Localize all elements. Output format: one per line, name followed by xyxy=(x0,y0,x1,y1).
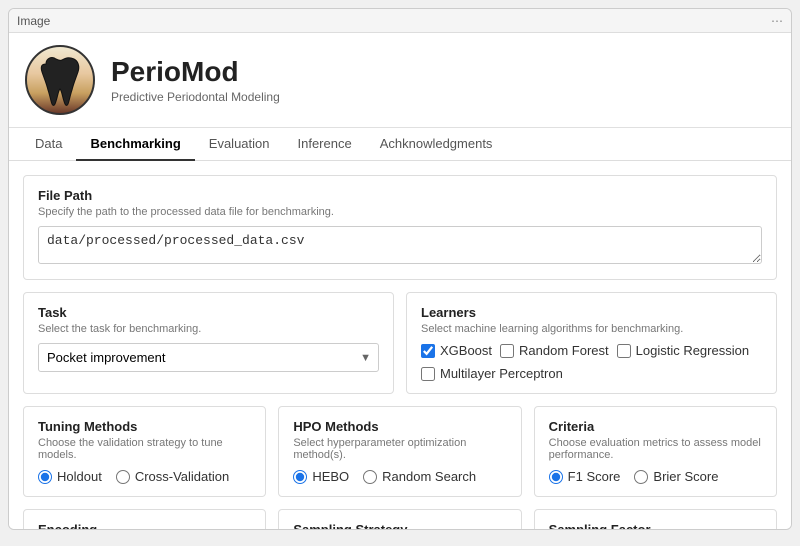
encoding-section: Encoding Select encoding type(s) for cat… xyxy=(23,509,266,529)
learner-multilayer-perceptron-checkbox[interactable] xyxy=(421,367,435,381)
criteria-brier-label: Brier Score xyxy=(653,469,718,484)
hpo-desc: Select hyperparameter optimization metho… xyxy=(293,437,506,461)
encoding-title: Encoding xyxy=(38,522,251,529)
tuning-cv-label: Cross-Validation xyxy=(135,469,229,484)
window-title: Image xyxy=(17,14,50,28)
tuning-radio-group: Holdout Cross-Validation xyxy=(38,469,251,484)
learner-xgboost-checkbox[interactable] xyxy=(421,344,435,358)
sampling-strategy-title: Sampling Strategy xyxy=(293,522,506,529)
learner-logistic-regression-label: Logistic Regression xyxy=(636,343,749,358)
hpo-radio-group: HEBO Random Search xyxy=(293,469,506,484)
learners-section: Learners Select machine learning algorit… xyxy=(406,292,777,394)
hpo-section: HPO Methods Select hyperparameter optimi… xyxy=(278,406,521,497)
tuning-section: Tuning Methods Choose the validation str… xyxy=(23,406,266,497)
learner-random-forest-label: Random Forest xyxy=(519,343,609,358)
hpo-hebo-label: HEBO xyxy=(312,469,349,484)
tab-data[interactable]: Data xyxy=(21,128,76,161)
hpo-hebo[interactable]: HEBO xyxy=(293,469,349,484)
criteria-f1-radio[interactable] xyxy=(549,470,563,484)
tab-inference[interactable]: Inference xyxy=(284,128,366,161)
task-learners-row: Task Select the task for benchmarking. P… xyxy=(23,292,777,394)
encoding-sampling-row: Encoding Select encoding type(s) for cat… xyxy=(23,509,777,529)
sampling-factor-section: Sampling Factor Specify a factor for res… xyxy=(534,509,777,529)
learner-xgboost-label: XGBoost xyxy=(440,343,492,358)
tab-acknowledgments[interactable]: Achknowledgments xyxy=(366,128,507,161)
sampling-factor-title: Sampling Factor xyxy=(549,522,762,529)
learner-multilayer-perceptron[interactable]: Multilayer Perceptron xyxy=(421,366,563,381)
criteria-radio-group: F1 Score Brier Score xyxy=(549,469,762,484)
main-content: File Path Specify the path to the proces… xyxy=(9,161,791,529)
app-logo xyxy=(25,45,95,115)
tuning-holdout-label: Holdout xyxy=(57,469,102,484)
learner-multilayer-perceptron-label: Multilayer Perceptron xyxy=(440,366,563,381)
learners-title: Learners xyxy=(421,305,762,320)
tuning-hpo-criteria-row: Tuning Methods Choose the validation str… xyxy=(23,406,777,497)
tuning-holdout-radio[interactable] xyxy=(38,470,52,484)
hpo-hebo-radio[interactable] xyxy=(293,470,307,484)
main-window: Image ⋯ PerioMod Predictive Periodontal … xyxy=(8,8,792,530)
criteria-f1-label: F1 Score xyxy=(568,469,621,484)
criteria-f1[interactable]: F1 Score xyxy=(549,469,621,484)
learner-logistic-regression[interactable]: Logistic Regression xyxy=(617,343,749,358)
tab-benchmarking[interactable]: Benchmarking xyxy=(76,128,194,161)
task-desc: Select the task for benchmarking. xyxy=(38,323,379,335)
hpo-title: HPO Methods xyxy=(293,419,506,434)
criteria-desc: Choose evaluation metrics to assess mode… xyxy=(549,437,762,461)
criteria-title: Criteria xyxy=(549,419,762,434)
window-controls[interactable]: ⋯ xyxy=(771,14,783,28)
sampling-strategy-section: Sampling Strategy Choose a sampling stra… xyxy=(278,509,521,529)
tab-evaluation[interactable]: Evaluation xyxy=(195,128,284,161)
tuning-desc: Choose the validation strategy to tune m… xyxy=(38,437,251,461)
hpo-rs-label: Random Search xyxy=(382,469,476,484)
learner-xgboost[interactable]: XGBoost xyxy=(421,343,492,358)
learner-logistic-regression-checkbox[interactable] xyxy=(617,344,631,358)
learners-desc: Select machine learning algorithms for b… xyxy=(421,323,762,335)
criteria-brier[interactable]: Brier Score xyxy=(634,469,718,484)
task-select[interactable]: Pocket improvement xyxy=(38,343,379,372)
titlebar: Image ⋯ xyxy=(9,9,791,33)
learner-random-forest-checkbox[interactable] xyxy=(500,344,514,358)
file-path-input[interactable]: data/processed/processed_data.csv xyxy=(38,226,762,264)
app-name: PerioMod xyxy=(111,56,280,88)
tuning-cross-validation[interactable]: Cross-Validation xyxy=(116,469,229,484)
task-section: Task Select the task for benchmarking. P… xyxy=(23,292,394,394)
learner-random-forest[interactable]: Random Forest xyxy=(500,343,609,358)
tuning-title: Tuning Methods xyxy=(38,419,251,434)
app-name-block: PerioMod Predictive Periodontal Modeling xyxy=(111,56,280,104)
criteria-section: Criteria Choose evaluation metrics to as… xyxy=(534,406,777,497)
hpo-rs-radio[interactable] xyxy=(363,470,377,484)
tab-bar: Data Benchmarking Evaluation Inference A… xyxy=(9,128,791,161)
app-header: PerioMod Predictive Periodontal Modeling xyxy=(9,33,791,128)
tuning-cv-radio[interactable] xyxy=(116,470,130,484)
file-path-section: File Path Specify the path to the proces… xyxy=(23,175,777,280)
hpo-random-search[interactable]: Random Search xyxy=(363,469,476,484)
criteria-brier-radio[interactable] xyxy=(634,470,648,484)
app-subtitle: Predictive Periodontal Modeling xyxy=(111,90,280,104)
tuning-holdout[interactable]: Holdout xyxy=(38,469,102,484)
learners-checkboxes: XGBoost Random Forest Logistic Regressio… xyxy=(421,343,762,381)
task-select-wrapper: Pocket improvement ▼ xyxy=(38,343,379,372)
file-path-desc: Specify the path to the processed data f… xyxy=(38,206,762,218)
file-path-title: File Path xyxy=(38,188,762,203)
task-title: Task xyxy=(38,305,379,320)
